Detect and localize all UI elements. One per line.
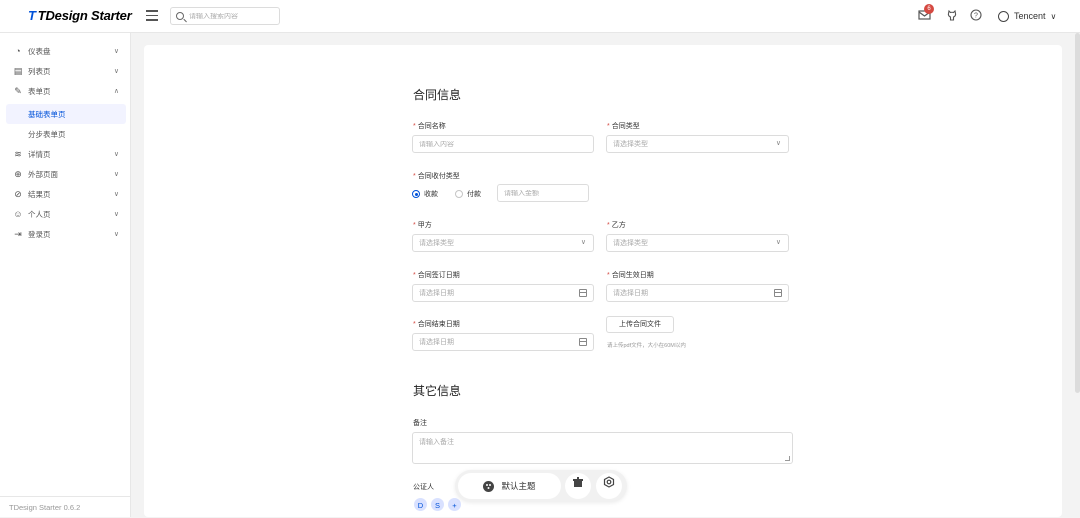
sign-date-picker[interactable]: 请选择日期 xyxy=(412,284,594,302)
contract-name-input[interactable] xyxy=(419,140,593,148)
effective-date-label: * 合同生效日期 xyxy=(607,272,654,279)
radio-checked-icon xyxy=(412,190,420,198)
palette-icon xyxy=(483,480,495,492)
sidebar-item-result[interactable]: ⊘ 结果页 ∨ xyxy=(6,184,126,204)
section-title-other: 其它信息 xyxy=(413,384,462,398)
sidebar-item-user[interactable]: ☺ 个人页 ∨ xyxy=(6,204,126,224)
chevron-down-icon: ∨ xyxy=(1050,11,1057,21)
radio-pay[interactable]: 付款 xyxy=(455,189,481,199)
top-header: TTDesign Starter 6 ? Tencent ∨ xyxy=(0,0,1080,33)
chevron-down-icon: ∨ xyxy=(113,171,119,178)
help-icon[interactable]: ? xyxy=(969,9,983,23)
notary-label: 公证人 xyxy=(413,484,434,491)
chevron-down-icon: ∨ xyxy=(775,239,781,246)
search-box[interactable] xyxy=(170,7,280,25)
github-icon[interactable] xyxy=(945,9,959,23)
user-circle-icon: ☺ xyxy=(13,209,23,219)
logo[interactable]: T TDesign Starter xyxy=(28,8,132,23)
chevron-down-icon: ∨ xyxy=(775,140,781,147)
add-avatar-button[interactable]: + xyxy=(447,497,462,512)
theme-button[interactable]: 默认主题 xyxy=(458,473,561,499)
check-circle-icon: ⊘ xyxy=(14,189,22,199)
chevron-down-icon: ∨ xyxy=(580,239,586,246)
radio-unchecked-icon xyxy=(455,190,463,198)
search-icon xyxy=(176,12,184,20)
chevron-down-icon: ∨ xyxy=(113,151,119,158)
list-icon: ▤ xyxy=(13,66,23,76)
internet-icon: ⊕ xyxy=(14,169,22,179)
logo-text: TDesign Starter xyxy=(37,8,132,23)
sidebar-item-form[interactable]: ✎ 表单页 ∧ xyxy=(6,81,126,101)
user-icon xyxy=(998,10,1009,22)
store-icon[interactable] xyxy=(565,473,591,499)
upload-tip: 请上传pdf文件，大小在60M以内 xyxy=(607,343,686,349)
sidebar-item-external[interactable]: ⊕ 外部页面 ∨ xyxy=(6,164,126,184)
calendar-icon xyxy=(774,289,782,297)
end-date-picker[interactable]: 请选择日期 xyxy=(412,333,594,351)
notification-badge: 6 xyxy=(924,4,934,14)
dashboard-icon: ◔ xyxy=(15,46,21,56)
chevron-down-icon: ∨ xyxy=(113,68,119,75)
svg-text:?: ? xyxy=(974,13,978,20)
party-a-select[interactable]: 请选择类型 ∨ xyxy=(412,234,594,252)
contract-name-label: * 合同名称 xyxy=(413,123,446,130)
chevron-up-icon: ∧ xyxy=(113,88,119,95)
sidebar-item-login[interactable]: ⇥ 登录页 ∨ xyxy=(6,224,126,244)
sidebar-item-list[interactable]: ▤ 列表页 ∨ xyxy=(6,61,126,81)
sidebar-item-detail[interactable]: ≋ 详情页 ∨ xyxy=(6,144,126,164)
contract-type-select[interactable]: 请选择类型 ∨ xyxy=(606,135,789,153)
layers-icon: ≋ xyxy=(14,149,22,159)
avatar[interactable]: D xyxy=(413,497,428,512)
upload-contract-button[interactable]: 上传合同文件 xyxy=(606,316,674,333)
logo-mark-icon: T xyxy=(28,8,36,23)
remark-label: 备注 xyxy=(413,420,427,427)
settings-icon[interactable] xyxy=(596,473,622,499)
menu-toggle-icon[interactable] xyxy=(146,10,158,22)
party-a-label: * 甲方 xyxy=(413,222,432,229)
chevron-down-icon: ∨ xyxy=(113,211,119,218)
user-name: Tencent xyxy=(1014,11,1046,21)
sidebar-subitem-base-form[interactable]: 基础表单页 xyxy=(6,104,126,124)
contract-type-label: * 合同类型 xyxy=(607,123,640,130)
user-menu[interactable]: Tencent ∨ xyxy=(998,9,1056,23)
notary-avatars: D S + xyxy=(413,497,464,512)
page-scrollbar[interactable] xyxy=(1075,33,1080,393)
sidebar: ◔ 仪表盘 ∨ ▤ 列表页 ∨ ✎ 表单页 ∧ 基础表单页 分步表单页 ≋ 详情… xyxy=(0,33,131,517)
resize-handle-icon[interactable] xyxy=(785,456,790,461)
section-title-contract: 合同信息 xyxy=(413,88,462,102)
search-input[interactable] xyxy=(189,12,269,20)
contract-name-input-box[interactable] xyxy=(412,135,594,153)
radio-receive[interactable]: 收款 xyxy=(412,189,438,199)
sidebar-subitem-step-form[interactable]: 分步表单页 xyxy=(6,124,126,144)
amount-input[interactable] xyxy=(504,189,588,197)
avatar[interactable]: S xyxy=(430,497,445,512)
calendar-icon xyxy=(579,289,587,297)
payment-type-label: * 合同收付类型 xyxy=(413,173,460,180)
end-date-label: * 合同结束日期 xyxy=(413,321,460,328)
sign-date-label: * 合同签订日期 xyxy=(413,272,460,279)
party-b-select[interactable]: 请选择类型 ∨ xyxy=(606,234,789,252)
effective-date-picker[interactable]: 请选择日期 xyxy=(606,284,789,302)
party-b-label: * 乙方 xyxy=(607,222,626,229)
floating-toolbar: 默认主题 xyxy=(455,470,627,502)
sidebar-item-dashboard[interactable]: ◔ 仪表盘 ∨ xyxy=(6,41,126,61)
version-text: TDesign Starter 0.6.2 xyxy=(0,496,131,517)
amount-input-box[interactable] xyxy=(497,184,589,202)
chevron-down-icon: ∨ xyxy=(113,231,119,238)
chevron-down-icon: ∨ xyxy=(113,48,119,55)
login-icon: ⇥ xyxy=(14,229,22,239)
chevron-down-icon: ∨ xyxy=(113,191,119,198)
remark-textarea[interactable]: 请输入备注 xyxy=(412,432,793,464)
edit-icon: ✎ xyxy=(14,86,22,96)
calendar-icon xyxy=(579,338,587,346)
